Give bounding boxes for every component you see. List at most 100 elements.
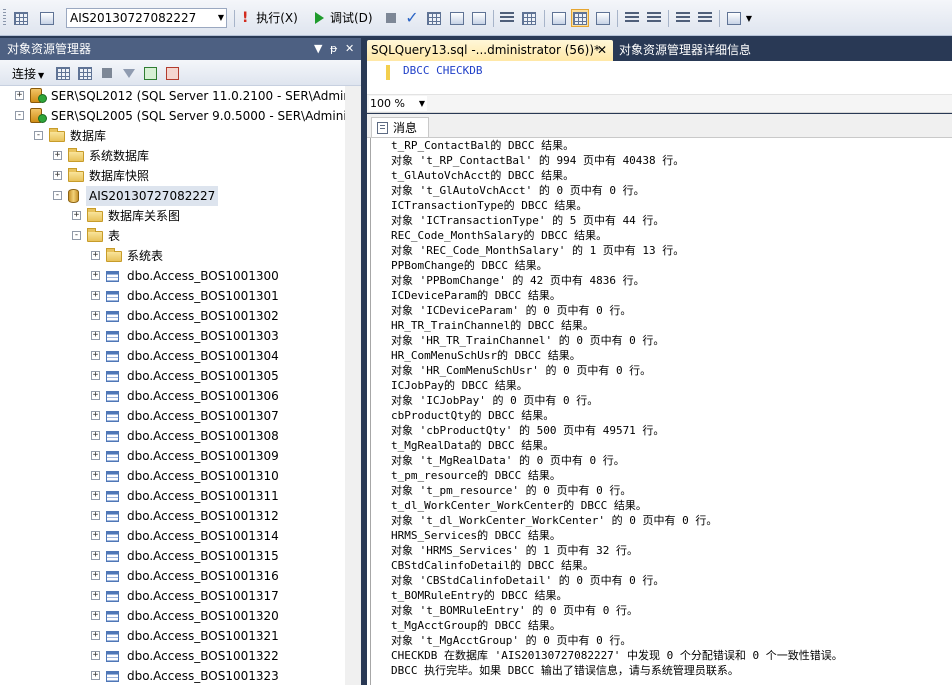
tree-node[interactable]: + dbo.Access_BOS1001310	[0, 466, 345, 486]
expand-icon[interactable]: +	[53, 171, 62, 180]
expand-icon[interactable]: +	[15, 91, 24, 100]
close-icon[interactable]: ✕	[597, 40, 607, 61]
tab-object-explorer-details[interactable]: 对象资源管理器详细信息	[619, 40, 751, 61]
tree-node[interactable]: + dbo.Access_BOS1001307	[0, 406, 345, 426]
tree-scrollbar[interactable]	[345, 86, 361, 685]
expand-icon[interactable]: +	[53, 151, 62, 160]
tree-node[interactable]: + 系统数据库	[0, 146, 345, 166]
change-connection-icon[interactable]	[38, 9, 56, 27]
increase-indent-icon[interactable]	[696, 9, 714, 27]
tree-node[interactable]: + dbo.Access_BOS1001315	[0, 546, 345, 566]
tree-node[interactable]: + 数据库快照	[0, 166, 345, 186]
tree-node[interactable]: + dbo.Access_BOS1001321	[0, 626, 345, 646]
expand-icon[interactable]: +	[91, 431, 100, 440]
tree-node[interactable]: + dbo.Access_BOS1001309	[0, 446, 345, 466]
uncomment-lines-icon[interactable]	[645, 9, 663, 27]
expand-icon[interactable]: +	[91, 331, 100, 340]
collapse-icon[interactable]: -	[15, 111, 24, 120]
tree-node[interactable]: + dbo.Access_BOS1001303	[0, 326, 345, 346]
collapse-icon[interactable]: -	[72, 231, 81, 240]
stop-icon[interactable]	[98, 64, 116, 82]
tree-node[interactable]: + dbo.Access_BOS1001311	[0, 486, 345, 506]
collapse-icon[interactable]: -	[34, 131, 43, 140]
tree-node[interactable]: + SER\SQL2012 (SQL Server 11.0.2100 - SER…	[0, 86, 345, 106]
database-selector[interactable]: AIS20130727082227 ▼	[66, 8, 227, 28]
disconnect-icon[interactable]	[76, 64, 94, 82]
refresh-icon[interactable]	[141, 64, 159, 82]
query-editor[interactable]: DBCC CHECKDB	[367, 61, 952, 95]
query-designer-icon[interactable]	[448, 9, 466, 27]
collapse-icon[interactable]: -	[53, 191, 62, 200]
tree-node[interactable]: + dbo.Access_BOS1001305	[0, 366, 345, 386]
expand-icon[interactable]: +	[91, 411, 100, 420]
expand-icon[interactable]: +	[91, 531, 100, 540]
expand-icon[interactable]: +	[91, 491, 100, 500]
panel-menu-icon[interactable]: ▼	[314, 38, 322, 60]
tree-node[interactable]: + dbo.Access_BOS1001302	[0, 306, 345, 326]
summary-icon[interactable]	[163, 64, 181, 82]
tree-node[interactable]: + 数据库关系图	[0, 206, 345, 226]
tree-node[interactable]: + dbo.Access_BOS1001317	[0, 586, 345, 606]
expand-icon[interactable]: +	[91, 631, 100, 640]
expand-icon[interactable]: +	[91, 591, 100, 600]
display-plan-icon[interactable]	[425, 9, 443, 27]
messages-output[interactable]: t_RP_ContactBal的 DBCC 结果。 对象 't_RP_Contac…	[367, 137, 952, 685]
execute-button[interactable]: ! 执行(X)	[242, 10, 298, 26]
expand-icon[interactable]: +	[91, 471, 100, 480]
expand-icon[interactable]: +	[91, 451, 100, 460]
tree-node[interactable]: + 系统表	[0, 246, 345, 266]
expand-icon[interactable]: +	[91, 251, 100, 260]
expand-icon[interactable]: +	[91, 571, 100, 580]
tree-node[interactable]: - SER\SQL2005 (SQL Server 9.0.5000 - SER\…	[0, 106, 345, 126]
toolbar-grip[interactable]	[3, 9, 6, 27]
expand-icon[interactable]: +	[91, 671, 100, 680]
specify-values-icon[interactable]	[725, 9, 743, 27]
tree-node[interactable]: + dbo.Access_BOS1001308	[0, 426, 345, 446]
pin-icon[interactable]: ᵽ	[330, 38, 337, 60]
comment-lines-icon[interactable]	[623, 9, 641, 27]
expand-icon[interactable]: +	[91, 371, 100, 380]
expand-icon[interactable]: +	[91, 291, 100, 300]
tree-node[interactable]: + dbo.Access_BOS1001301	[0, 286, 345, 306]
expand-icon[interactable]: +	[91, 651, 100, 660]
parse-check-icon[interactable]: ✓	[403, 9, 421, 27]
zoom-selector[interactable]: 100 % ▼	[369, 96, 427, 111]
expand-icon[interactable]: +	[91, 311, 100, 320]
tree-node[interactable]: + dbo.Access_BOS1001316	[0, 566, 345, 586]
tree-node[interactable]: + dbo.Access_BOS1001323	[0, 666, 345, 685]
connect-server-icon[interactable]	[54, 64, 72, 82]
tree-node[interactable]: -表	[0, 226, 345, 246]
toolbar-overflow-icon[interactable]: ▼	[744, 9, 754, 27]
expand-icon[interactable]: +	[91, 391, 100, 400]
cancel-query-icon[interactable]	[382, 9, 400, 27]
tree-node[interactable]: + dbo.Access_BOS1001304	[0, 346, 345, 366]
results-to-file-icon[interactable]	[594, 9, 612, 27]
query-text[interactable]: DBCC CHECKDB	[403, 64, 482, 77]
expand-icon[interactable]: +	[91, 271, 100, 280]
tab-query[interactable]: SQLQuery13.sql -...dministrator (56))* ✕	[367, 40, 613, 61]
tree-node[interactable]: - AIS20130727082227	[0, 186, 345, 206]
results-to-text-icon[interactable]	[550, 9, 568, 27]
expand-icon[interactable]: +	[72, 211, 81, 220]
tree-node[interactable]: + dbo.Access_BOS1001300	[0, 266, 345, 286]
object-explorer-icon[interactable]	[12, 9, 30, 27]
include-plan-icon[interactable]	[520, 9, 538, 27]
expand-icon[interactable]: +	[91, 551, 100, 560]
decrease-indent-icon[interactable]	[674, 9, 692, 27]
filter-icon[interactable]	[120, 64, 138, 82]
tree-node[interactable]: - 数据库	[0, 126, 345, 146]
intellisense-icon[interactable]	[498, 9, 516, 27]
tab-messages[interactable]: 消息	[371, 117, 429, 138]
debug-button[interactable]: 调试(D)	[315, 10, 373, 26]
tree-node[interactable]: + dbo.Access_BOS1001314	[0, 526, 345, 546]
close-icon[interactable]: ✕	[345, 38, 354, 60]
expand-icon[interactable]: +	[91, 611, 100, 620]
tree-node[interactable]: + dbo.Access_BOS1001312	[0, 506, 345, 526]
expand-icon[interactable]: +	[91, 511, 100, 520]
connect-button[interactable]: 连接 ▼	[12, 65, 44, 82]
query-options-icon[interactable]	[470, 9, 488, 27]
tree-node[interactable]: + dbo.Access_BOS1001322	[0, 646, 345, 666]
tree-node[interactable]: + dbo.Access_BOS1001320	[0, 606, 345, 626]
results-to-grid-icon[interactable]	[571, 9, 589, 27]
expand-icon[interactable]: +	[91, 351, 100, 360]
